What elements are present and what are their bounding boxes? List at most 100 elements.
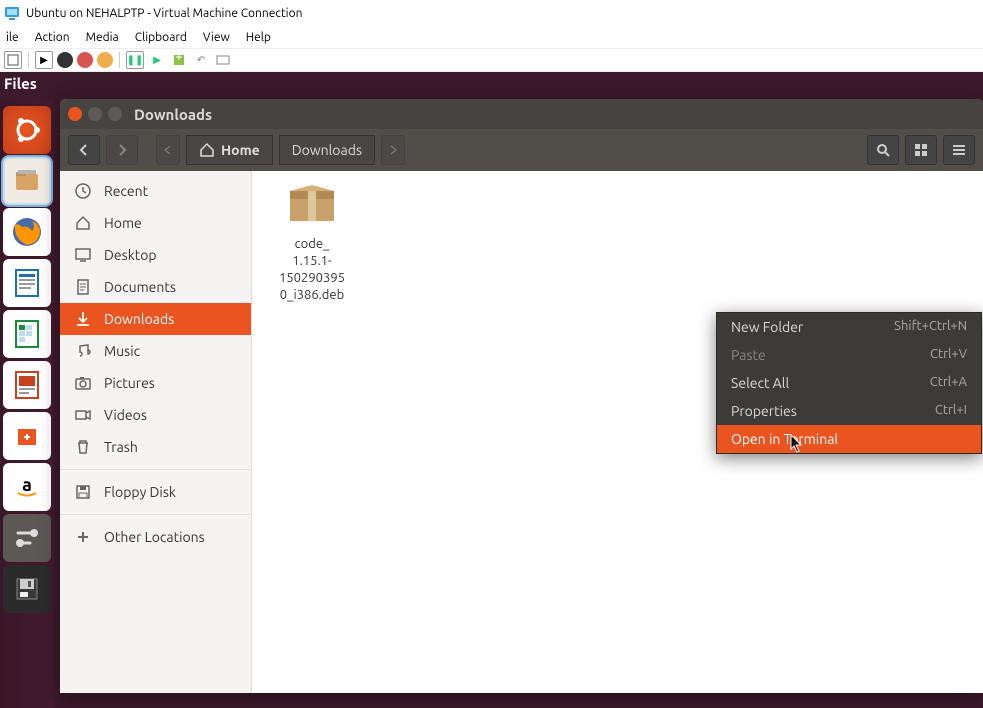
calc-launcher[interactable] [3, 310, 51, 358]
window-titlebar[interactable]: Downloads [60, 99, 983, 129]
context-new-folder[interactable]: New FolderShift+Ctrl+N [717, 313, 981, 341]
sidebar-item-desktop[interactable]: Desktop [60, 239, 251, 271]
path-prev-button[interactable] [156, 135, 180, 165]
file-name-l2: 1.15.1- [264, 253, 360, 270]
hyperv-titlebar: Ubuntu on NEHALPTP - Virtual Machine Con… [0, 0, 983, 26]
checkpoint-button[interactable] [170, 51, 188, 69]
turnoff-button[interactable] [57, 52, 73, 68]
files-indicator: Files [0, 72, 45, 100]
sidebar-item-label: Videos [104, 407, 147, 423]
forward-button[interactable] [106, 135, 138, 165]
sidebar-item-label: Floppy Disk [104, 484, 176, 500]
search-button[interactable] [867, 135, 899, 165]
menu-media[interactable]: Media [80, 29, 125, 46]
files-launcher[interactable] [3, 157, 51, 205]
file-deb-package[interactable]: code_ 1.15.1- 150290395 0_i386.deb [264, 183, 360, 303]
hamburger-button[interactable] [943, 135, 975, 165]
download-icon [74, 310, 92, 328]
path-next-button[interactable] [381, 135, 405, 165]
sidebar-item-label: Documents [104, 279, 176, 295]
hyperv-icon [4, 5, 20, 21]
close-button[interactable] [68, 107, 82, 121]
pause-button[interactable]: ❚❚ [126, 51, 144, 69]
toolbar: Home Downloads [60, 129, 983, 171]
software-launcher[interactable] [3, 412, 51, 460]
writer-launcher[interactable] [3, 259, 51, 307]
dash-button[interactable] [3, 106, 51, 154]
menu-clipboard[interactable]: Clipboard [129, 29, 193, 46]
sidebar-item-label: Downloads [104, 311, 174, 327]
sidebar-item-recent[interactable]: Recent [60, 175, 251, 207]
hyperv-toolbar: ▶ ❚❚ ▶ ↶ [0, 48, 983, 72]
sidebar-item-label: Music [104, 343, 140, 359]
unity-launcher: a [0, 99, 54, 708]
sidebar-item-downloads[interactable]: Downloads [60, 303, 251, 335]
breadcrumb-current[interactable]: Downloads [279, 135, 375, 165]
breadcrumb-home[interactable]: Home [186, 135, 273, 165]
context-label: Open in Terminal [731, 431, 838, 447]
video-icon [74, 406, 92, 424]
separator [28, 52, 29, 68]
package-icon [286, 183, 338, 225]
menu-file[interactable]: ile [0, 29, 25, 46]
shutdown-button[interactable] [77, 52, 93, 68]
context-shortcut: Ctrl+I [935, 403, 967, 419]
svg-text:a: a [22, 475, 32, 495]
settings-launcher[interactable] [3, 514, 51, 562]
camera-icon [74, 374, 92, 392]
firefox-launcher[interactable] [3, 208, 51, 256]
back-button[interactable] [68, 135, 100, 165]
sidebar-item-trash[interactable]: Trash [60, 431, 251, 463]
menu-view[interactable]: View [197, 29, 236, 46]
sidebar-item-pictures[interactable]: Pictures [60, 367, 251, 399]
context-label: Select All [731, 375, 789, 391]
revert-button[interactable]: ↶ [192, 51, 210, 69]
context-select-all[interactable]: Select All Ctrl+A [717, 369, 981, 397]
disk-launcher[interactable] [3, 565, 51, 613]
sidebar-separator [60, 469, 251, 470]
trash-icon [74, 438, 92, 456]
sidebar-item-documents[interactable]: Documents [60, 271, 251, 303]
breadcrumb-home-label: Home [221, 142, 260, 158]
doc-icon [74, 278, 92, 296]
separator [119, 52, 120, 68]
breadcrumb-current-label: Downloads [292, 142, 362, 158]
floppy-icon [74, 483, 92, 501]
menu-help[interactable]: Help [240, 29, 277, 46]
places-sidebar: Recent HomeDesktop Documents Downloads Music… [60, 171, 252, 693]
impress-launcher[interactable] [3, 361, 51, 409]
hyperv-menu[interactable]: ile Action Media Clipboard View Help [0, 26, 983, 48]
sidebar-item-other-locations[interactable]: Other Locations [60, 521, 251, 553]
context-properties[interactable]: Properties Ctrl+I [717, 397, 981, 425]
save-button[interactable] [97, 52, 113, 68]
sidebar-separator [60, 514, 251, 515]
maximize-button[interactable] [108, 107, 122, 121]
start-button[interactable]: ▶ [35, 51, 53, 69]
sidebar-item-floppy-disk[interactable]: Floppy Disk [60, 476, 251, 508]
sidebar-item-label: Pictures [104, 375, 155, 391]
clock-icon [74, 182, 92, 200]
ctrl-alt-del-button[interactable] [4, 51, 22, 69]
sidebar-item-videos[interactable]: Videos [60, 399, 251, 431]
file-name-l3: 150290395 [264, 270, 360, 287]
sidebar-item-label: Recent [104, 183, 148, 199]
plus-icon [74, 528, 92, 546]
file-name-l4: 0_i386.deb [264, 287, 360, 304]
view-grid-button[interactable] [905, 135, 937, 165]
context-open-in-terminal[interactable]: Open in Terminal [717, 425, 981, 453]
context-label: Properties [731, 403, 797, 419]
menu-action[interactable]: Action [29, 29, 76, 46]
sidebar-item-home[interactable]: Home [60, 207, 251, 239]
amazon-launcher[interactable]: a [3, 463, 51, 511]
context-shortcut: Ctrl+V [930, 347, 967, 363]
sidebar-item-label: Trash [104, 439, 138, 455]
sidebar-item-music[interactable]: Music [60, 335, 251, 367]
reset-button[interactable]: ▶ [148, 51, 166, 69]
enhanced-button[interactable] [214, 51, 232, 69]
vm-desktop: Files a [0, 72, 983, 708]
context-label: New Folder [731, 319, 803, 335]
desktop-icon [74, 246, 92, 264]
context-menu: New FolderShift+Ctrl+NPasteCtrl+VSelect … [716, 312, 982, 454]
context-shortcut: Ctrl+A [930, 375, 967, 391]
minimize-button[interactable] [88, 107, 102, 121]
